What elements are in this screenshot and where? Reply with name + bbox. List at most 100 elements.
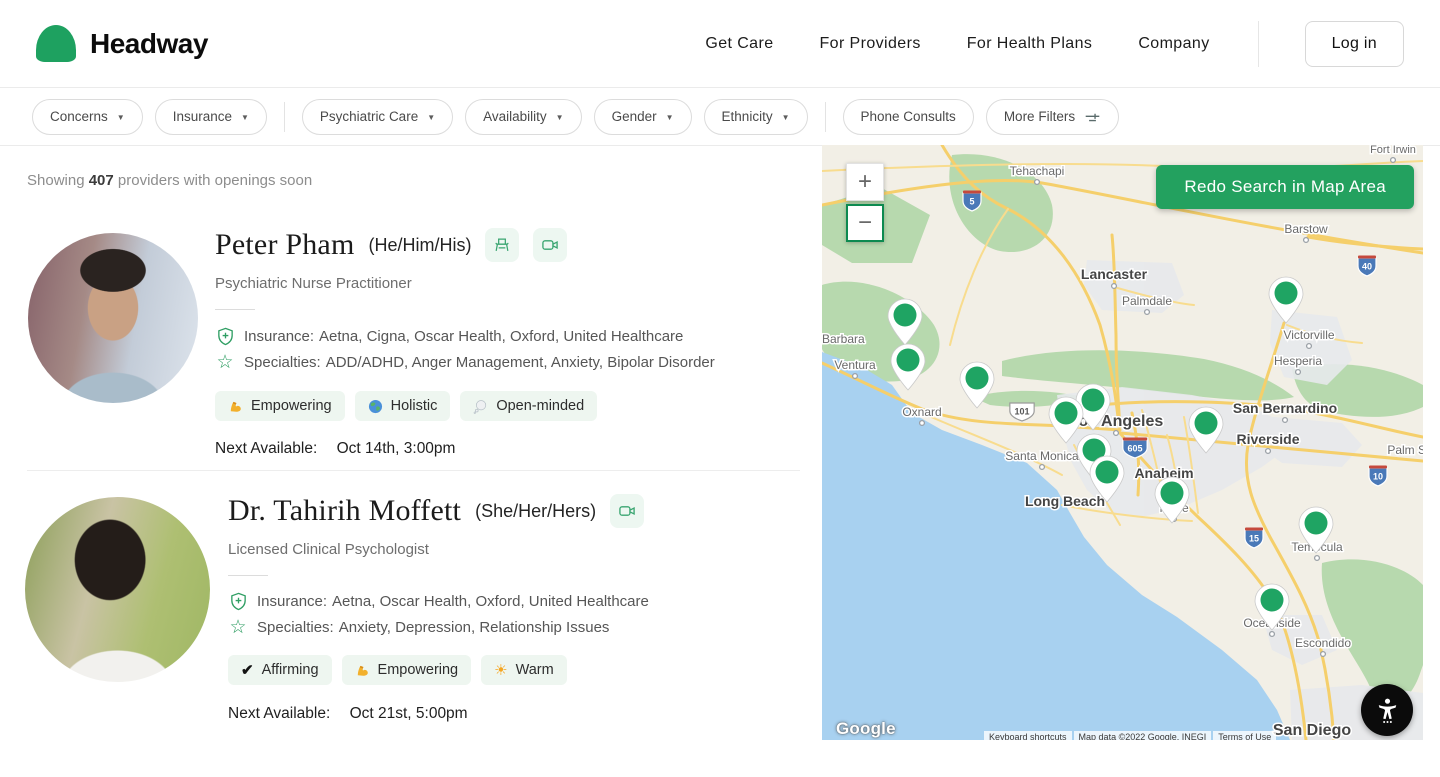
map-label: Escondido xyxy=(1295,636,1351,650)
map-label: Barstow xyxy=(1284,222,1328,236)
provider-photo[interactable] xyxy=(28,233,198,403)
provider-card[interactable]: Dr. Tahirih Moffett (She/Her/Hers) Licen… xyxy=(228,494,649,723)
highway-shield: 15 xyxy=(1245,528,1263,549)
filter-insurance-label: Insurance xyxy=(173,109,232,124)
map-city-dot xyxy=(1296,370,1301,375)
chevron-down-icon: ▼ xyxy=(427,113,435,122)
nav-company[interactable]: Company xyxy=(1138,35,1209,53)
nav-for-providers[interactable]: For Providers xyxy=(820,35,921,53)
more-filters-label: More Filters xyxy=(1004,109,1075,124)
map-city-dot xyxy=(1283,418,1288,423)
redo-search-button[interactable]: Redo Search in Map Area xyxy=(1156,165,1414,209)
nav-divider xyxy=(1258,21,1259,67)
map-city-dot xyxy=(1114,431,1119,436)
trait-badge-label: Warm xyxy=(516,662,554,678)
trait-badge-label: Affirming xyxy=(262,662,319,678)
provider-name[interactable]: Dr. Tahirih Moffett xyxy=(228,494,461,528)
provider-card[interactable]: Peter Pham (He/Him/His) Psychiatric Nurs… xyxy=(215,228,715,458)
map-city-dot xyxy=(1112,284,1117,289)
map-label: Palmdale xyxy=(1122,294,1172,308)
specialties-label: Specialties: xyxy=(244,354,321,371)
map-label: Long Beach xyxy=(1025,493,1105,509)
map-city-dot xyxy=(1040,465,1045,470)
map-canvas: Fort IrwinTehachapiBarstowLancasterPalmd… xyxy=(822,145,1423,740)
google-logo: Google xyxy=(836,719,896,739)
map-attribution-item[interactable]: Keyboard shortcuts xyxy=(984,731,1072,740)
filter-ethnicity[interactable]: Ethnicity ▼ xyxy=(704,99,808,135)
map-label: Victorville xyxy=(1283,328,1334,342)
provider-title: Licensed Clinical Psychologist xyxy=(228,541,649,558)
map-attribution-item[interactable]: Map data ©2022 Google, INEGI xyxy=(1074,731,1212,740)
trait-badges: ✔AffirmingEmpowering☀Warm xyxy=(228,655,649,685)
map-label: Ventura xyxy=(834,358,876,372)
map-label: San Bernardino xyxy=(1233,400,1337,416)
highway-number: 605 xyxy=(1127,444,1142,454)
filter-phone-consults[interactable]: Phone Consults xyxy=(843,99,974,135)
trait-badge-label: Holistic xyxy=(391,398,438,414)
filter-gender[interactable]: Gender ▼ xyxy=(594,99,692,135)
results-summary-suffix: providers with openings soon xyxy=(118,172,312,189)
filter-availability-label: Availability xyxy=(483,109,547,124)
login-button[interactable]: Log in xyxy=(1305,21,1404,67)
filter-insurance[interactable]: Insurance ▼ xyxy=(155,99,267,135)
filter-lines-icon xyxy=(1084,112,1101,124)
map-city-dot xyxy=(1035,180,1040,185)
map-city-dot xyxy=(1270,632,1275,637)
trait-badge: Empowering xyxy=(215,391,345,421)
divider xyxy=(215,309,255,310)
chevron-down-icon: ▼ xyxy=(666,113,674,122)
map-label: Santa Monica xyxy=(1005,449,1079,463)
chevron-down-icon: ▼ xyxy=(241,113,249,122)
headway-brand[interactable]: Headway xyxy=(36,25,208,62)
map-attribution-item[interactable]: Terms of Use xyxy=(1213,731,1276,740)
provider-name[interactable]: Peter Pham xyxy=(215,228,354,262)
globe-icon xyxy=(368,399,383,414)
nav-get-care[interactable]: Get Care xyxy=(705,35,773,53)
provider-pronouns: (He/Him/His) xyxy=(368,235,471,256)
accessibility-widget-button[interactable] xyxy=(1361,684,1413,736)
trait-badge: ✔Affirming xyxy=(228,655,332,685)
results-summary: Showing 407 providers with openings soon xyxy=(27,172,312,189)
more-filters-button[interactable]: More Filters xyxy=(986,99,1119,135)
filter-concerns[interactable]: Concerns ▼ xyxy=(32,99,143,135)
map-attribution: Keyboard shortcutsMap data ©2022 Google,… xyxy=(984,731,1276,740)
divider xyxy=(228,575,268,576)
muscle-icon xyxy=(355,663,370,678)
map-label: Oxnard xyxy=(902,405,941,419)
filter-psychiatric-care-label: Psychiatric Care xyxy=(320,109,418,124)
map-label: San Diego xyxy=(1273,722,1351,739)
trait-badges: EmpoweringHolisticOpen-minded xyxy=(215,391,715,421)
map-label: Tehachapi xyxy=(1010,164,1065,178)
video-session-icon xyxy=(533,228,567,262)
map-zoom-in-button[interactable]: + xyxy=(846,163,884,201)
video-session-icon xyxy=(610,494,644,528)
muscle-icon xyxy=(228,399,243,414)
map-zoom-out-button[interactable]: − xyxy=(846,204,884,242)
specialties-list: Anxiety, Depression, Relationship Issues xyxy=(339,619,610,636)
filter-bar: Concerns ▼ Insurance ▼ Psychiatric Care … xyxy=(0,88,1440,146)
thought-icon xyxy=(473,399,488,414)
map-label: Hesperia xyxy=(1274,354,1322,368)
provider-title: Psychiatric Nurse Practitioner xyxy=(215,275,715,292)
provider-pronouns: (She/Her/Hers) xyxy=(475,501,596,522)
insurance-label: Insurance: xyxy=(257,593,327,610)
accessibility-person-icon xyxy=(1374,696,1401,724)
chevron-down-icon: ▼ xyxy=(117,113,125,122)
trait-badge-label: Empowering xyxy=(251,398,332,414)
insurance-label: Insurance: xyxy=(244,328,314,345)
map-label: Santa Barbara xyxy=(822,332,865,346)
specialties-list: ADD/ADHD, Anger Management, Anxiety, Bip… xyxy=(326,354,715,371)
filter-psychiatric-care[interactable]: Psychiatric Care ▼ xyxy=(302,99,453,135)
filter-divider xyxy=(284,102,285,132)
google-map[interactable]: Fort IrwinTehachapiBarstowLancasterPalmd… xyxy=(822,145,1423,740)
filter-availability[interactable]: Availability ▼ xyxy=(465,99,581,135)
highway-number: 40 xyxy=(1362,262,1372,272)
provider-photo[interactable] xyxy=(25,497,210,682)
insurance-list: Aetna, Oscar Health, Oxford, United Heal… xyxy=(332,593,649,610)
next-available-label: Next Available: xyxy=(228,705,330,722)
filter-ethnicity-label: Ethnicity xyxy=(722,109,773,124)
header-nav: Get Care For Providers For Health Plans … xyxy=(705,21,1404,67)
filter-divider xyxy=(825,102,826,132)
trait-badge: Holistic xyxy=(355,391,451,421)
nav-for-health-plans[interactable]: For Health Plans xyxy=(967,35,1093,53)
